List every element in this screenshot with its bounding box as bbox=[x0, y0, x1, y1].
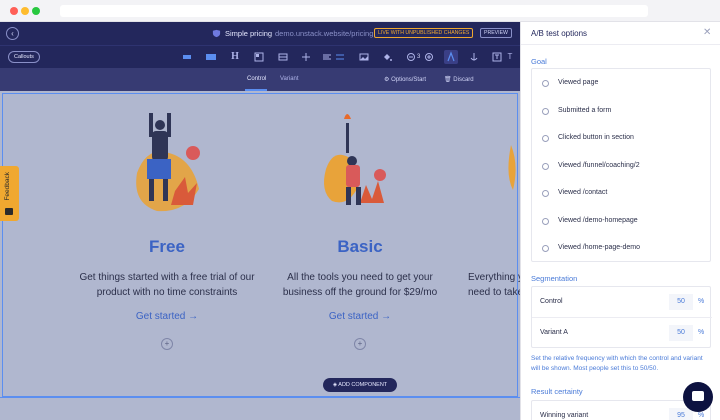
radio-button[interactable] bbox=[542, 218, 549, 225]
heading-icon[interactable]: H bbox=[228, 50, 242, 64]
image-icon[interactable] bbox=[357, 50, 371, 64]
close-window-button[interactable] bbox=[10, 7, 18, 15]
text-icon[interactable]: T bbox=[503, 50, 517, 64]
add-component-button[interactable]: ◈ ADD COMPONENT bbox=[323, 378, 397, 392]
ab-test-options-panel: A/B test options ✕ Goal Viewed page Subm… bbox=[520, 22, 720, 420]
text-box-icon[interactable] bbox=[490, 50, 504, 64]
preview-button[interactable]: PREVIEW bbox=[480, 28, 512, 38]
back-button[interactable]: ‹ bbox=[6, 27, 19, 40]
get-started-link[interactable]: Get started → bbox=[270, 311, 450, 322]
callouts-button[interactable]: Callouts bbox=[8, 51, 40, 63]
goal-section-title: Goal bbox=[531, 57, 547, 66]
tab-control[interactable]: Control bbox=[247, 76, 266, 82]
chat-button[interactable] bbox=[683, 382, 713, 412]
panel-title: A/B test options bbox=[531, 29, 588, 38]
add-element-button[interactable]: + bbox=[161, 338, 173, 350]
winning-variant-label: Winning variant bbox=[540, 412, 589, 419]
minimize-window-button[interactable] bbox=[21, 7, 29, 15]
chat-icon bbox=[692, 391, 704, 401]
align-left-icon[interactable] bbox=[320, 50, 334, 64]
page-name[interactable]: Simple pricing bbox=[225, 29, 272, 38]
feedback-tab[interactable]: Feedback bbox=[0, 166, 19, 221]
zoom-level: 3 bbox=[417, 54, 421, 60]
app-window: ‹ Simple pricing demo.unstack.website/pr… bbox=[0, 0, 720, 420]
plan-title: Basic bbox=[337, 237, 383, 256]
segment-percent-input[interactable]: 50 bbox=[669, 294, 693, 310]
ab-test-icon[interactable] bbox=[444, 50, 458, 64]
segmentation-section-title: Segmentation bbox=[531, 274, 578, 283]
anchor-icon[interactable] bbox=[467, 50, 481, 64]
live-status-badge: LIVE WITH UNPUBLISHED CHANGES bbox=[374, 28, 474, 38]
zoom-in-icon[interactable] bbox=[422, 50, 436, 64]
add-element-button[interactable]: + bbox=[354, 338, 366, 350]
plan-description: Everything you need to take it's bbox=[468, 272, 520, 298]
paint-bucket-icon[interactable] bbox=[380, 50, 394, 64]
layers-icon: ◈ bbox=[332, 382, 338, 388]
zoom-out-icon[interactable] bbox=[404, 50, 418, 64]
plan-title: Free bbox=[149, 237, 185, 256]
section-icon[interactable] bbox=[276, 50, 290, 64]
radio-button[interactable] bbox=[542, 163, 549, 170]
radio-button[interactable] bbox=[542, 190, 549, 197]
segmentation-help-text: Set the relative frequency with which th… bbox=[531, 355, 703, 372]
free-illustration bbox=[136, 113, 200, 212]
segment-percent-input[interactable]: 50 bbox=[669, 325, 693, 341]
editor-toolbar: Callouts H 3 T bbox=[0, 45, 520, 68]
basic-illustration bbox=[324, 114, 386, 205]
editor-topbar: ‹ Simple pricing demo.unstack.website/pr… bbox=[0, 22, 520, 45]
percent-unit: % bbox=[698, 412, 705, 419]
feedback-label: Feedback bbox=[4, 172, 11, 201]
percent-unit: % bbox=[698, 329, 705, 336]
tab-variant[interactable]: Variant bbox=[280, 76, 299, 82]
plan-description: All the tools you need to get your busin… bbox=[282, 272, 438, 298]
feedback-icon bbox=[5, 208, 13, 215]
radio-button[interactable] bbox=[542, 80, 549, 87]
page-url[interactable]: demo.unstack.website/pricing bbox=[275, 29, 373, 38]
layout-wide-icon[interactable] bbox=[204, 50, 218, 64]
get-started-link[interactable]: Get started → bbox=[77, 311, 257, 322]
columns-icon[interactable] bbox=[299, 50, 313, 64]
plan-description: Get things started with a free trial of … bbox=[79, 272, 255, 298]
trash-icon: 🗑 bbox=[444, 77, 452, 83]
layout-narrow-icon[interactable] bbox=[180, 50, 194, 64]
discard-button[interactable]: 🗑 Discard bbox=[444, 76, 474, 83]
segment-row-variant-a: Variant A 50 % bbox=[532, 318, 712, 348]
segmentation-card: Control 50 % Variant A 50 % bbox=[531, 286, 712, 348]
address-bar[interactable] bbox=[60, 5, 648, 17]
segment-row-control: Control 50 % bbox=[532, 287, 712, 318]
image-text-icon[interactable] bbox=[252, 50, 266, 64]
section-divider bbox=[0, 397, 520, 398]
close-icon[interactable]: ✕ bbox=[703, 27, 711, 38]
radio-button[interactable] bbox=[542, 108, 549, 115]
gear-icon: ⚙ bbox=[384, 77, 390, 83]
radio-button[interactable] bbox=[542, 245, 549, 252]
maximize-window-button[interactable] bbox=[32, 7, 40, 15]
discard-label: Discard bbox=[453, 77, 474, 83]
percent-unit: % bbox=[698, 298, 705, 305]
panel-header: A/B test options ✕ bbox=[521, 22, 720, 45]
options-start-button[interactable]: ⚙ Options/Start bbox=[384, 76, 426, 83]
variant-tab-bar: Control Variant ⚙ Options/Start 🗑 Discar… bbox=[0, 68, 520, 91]
everything-illustration bbox=[508, 145, 516, 190]
segment-label: Control bbox=[540, 298, 563, 305]
radio-button[interactable] bbox=[542, 135, 549, 142]
options-start-label: Options/Start bbox=[391, 77, 427, 83]
page-canvas: Free Get things started with a free tria… bbox=[0, 91, 520, 420]
goal-options-card: Viewed page Submitted a form Clicked but… bbox=[531, 68, 711, 262]
align-center-icon[interactable] bbox=[333, 50, 347, 64]
site-logo-icon bbox=[212, 29, 221, 38]
browser-chrome bbox=[0, 0, 720, 22]
result-certainty-title: Result certainty bbox=[531, 387, 583, 396]
segment-label: Variant A bbox=[540, 329, 568, 336]
